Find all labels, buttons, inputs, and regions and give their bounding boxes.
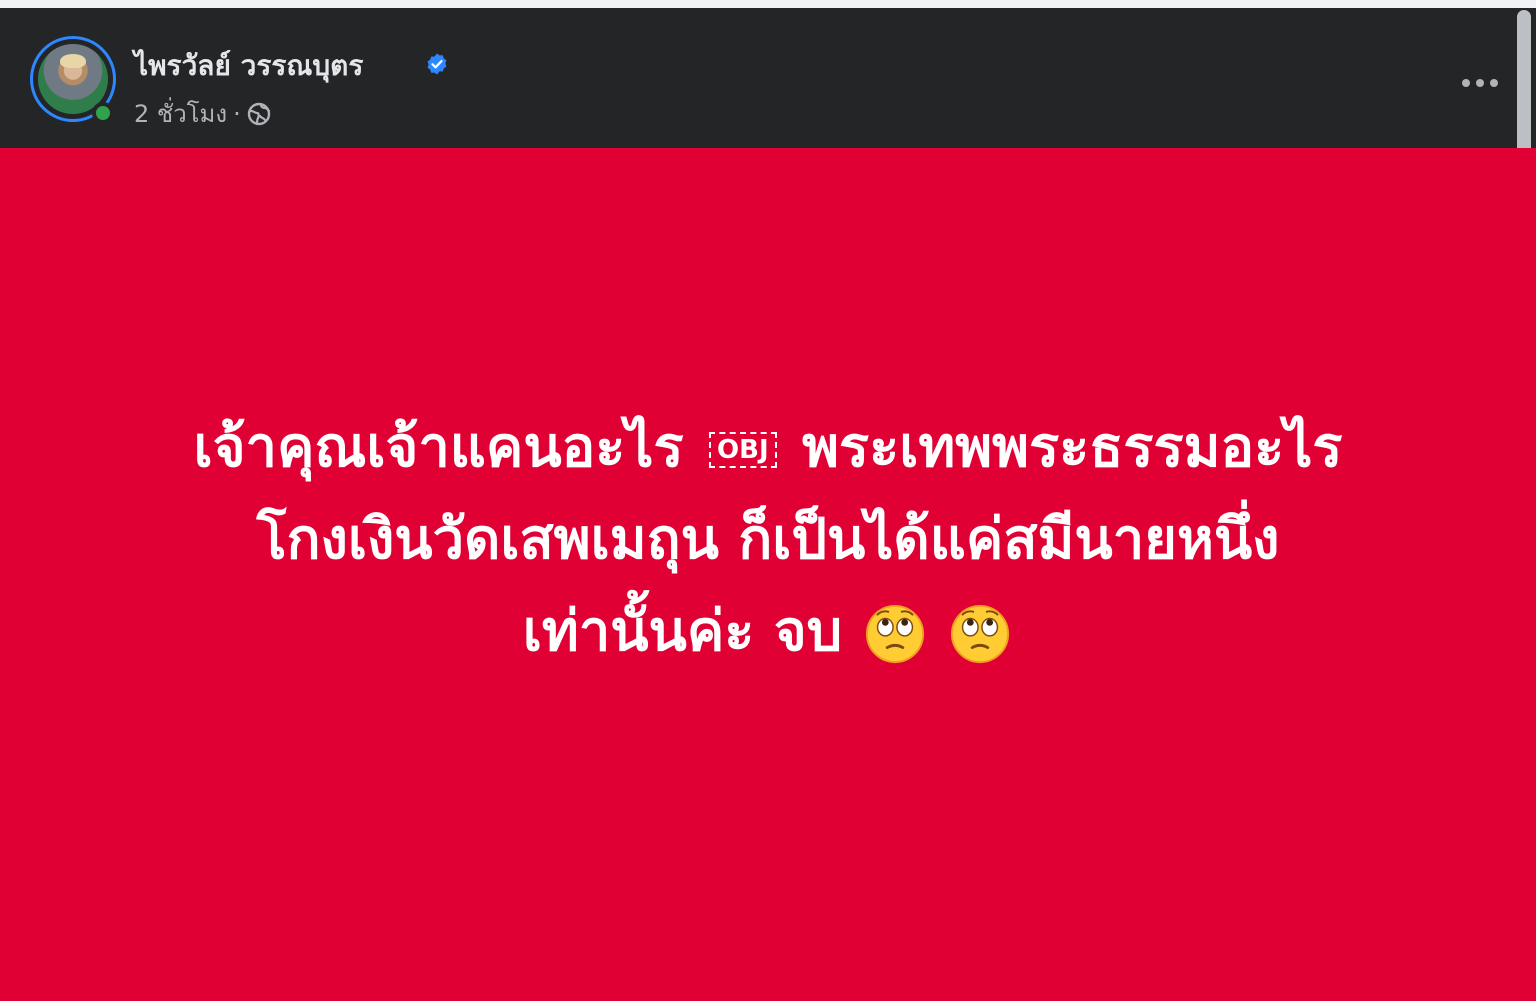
post-meta: 2 ชั่วโมง ·: [134, 94, 271, 133]
online-status-dot: [92, 102, 114, 124]
post-header: ไพรวัลย์ วรรณบุตร 2 ชั่วโมง ·: [0, 8, 1536, 148]
status-text: เจ้าคุณเจ้าแคนอะไร OBJ พระเทพพระธรรมอะไร…: [58, 402, 1478, 678]
more-options-icon: [1462, 79, 1498, 87]
post-frame: ไพรวัลย์ วรรณบุตร 2 ชั่วโมง · เจ้าคุณเจ้…: [0, 0, 1536, 1001]
verified-badge-icon: [427, 53, 447, 75]
meta-separator: ·: [233, 99, 241, 128]
status-line-1-end: พระเทพพระธรรมอะไร: [802, 414, 1343, 480]
face-with-rolling-eyes-icon: [951, 605, 1010, 664]
more-options-button[interactable]: [1452, 64, 1508, 102]
window-top-edge: [0, 0, 1536, 8]
author-name[interactable]: ไพรวัลย์ วรรณบุตร: [134, 44, 363, 88]
status-line-3-text: เท่านั้นค่ะ จบ: [522, 598, 843, 664]
globe-icon[interactable]: [247, 102, 271, 126]
status-line-1-start: เจ้าคุณเจ้าแคนอะไร: [193, 414, 684, 480]
object-replacement-glyph: OBJ: [709, 432, 777, 469]
status-line-1: เจ้าคุณเจ้าแคนอะไร OBJ พระเทพพระธรรมอะไร: [58, 402, 1478, 494]
post-timestamp[interactable]: 2 ชั่วโมง: [134, 94, 227, 133]
colored-status-card: เจ้าคุณเจ้าแคนอะไร OBJ พระเทพพระธรรมอะไร…: [0, 148, 1536, 1001]
status-line-3: เท่านั้นค่ะ จบ: [58, 586, 1478, 678]
status-line-2: โกงเงินวัดเสพเมถุน ก็เป็นได้แค่สมีนายหนึ…: [256, 506, 1280, 572]
face-with-rolling-eyes-icon: [865, 605, 924, 664]
